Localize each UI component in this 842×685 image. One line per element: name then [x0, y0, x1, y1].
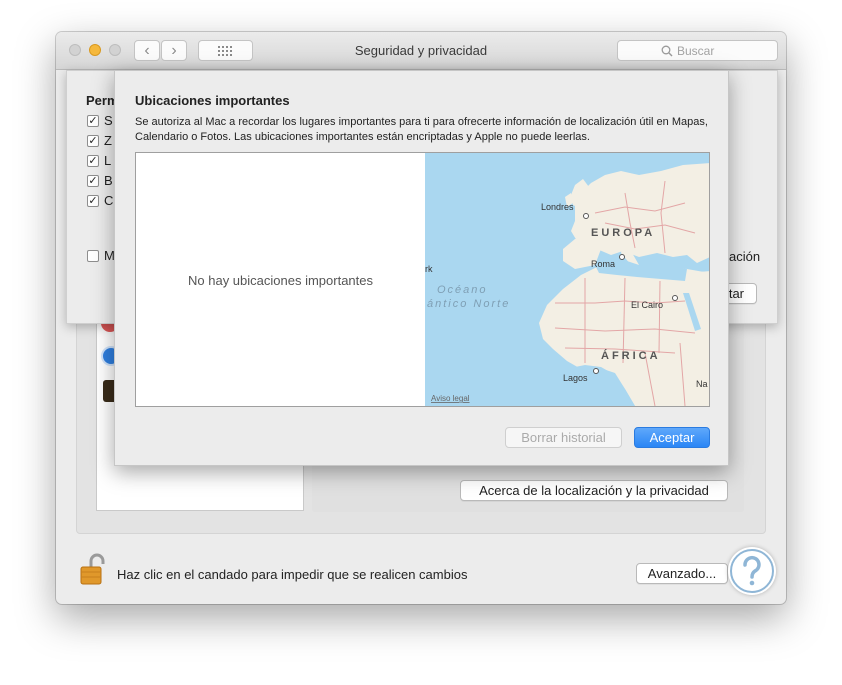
checkbox[interactable]: ✓	[87, 175, 99, 187]
search-placeholder: Buscar	[677, 44, 715, 58]
checkbox[interactable]: ✓	[87, 155, 99, 167]
chevron-right-icon: ›	[171, 42, 177, 59]
map-label-africa: ÁFRICA	[601, 349, 661, 362]
important-locations-sheet: Ubicaciones importantes Se autoriza al M…	[114, 70, 729, 466]
checkbox-label: B	[104, 173, 113, 188]
window-title: Seguridad y privacidad	[354, 43, 488, 58]
locations-map[interactable]: Londres EUROPA Roma rk Océano ántico Nor…	[425, 153, 709, 406]
chevron-left-icon: ‹	[144, 42, 150, 59]
checkbox[interactable]	[87, 250, 99, 262]
accept-button[interactable]: Aceptar	[634, 427, 710, 448]
site-watermark-logo	[728, 547, 776, 595]
search-icon	[661, 45, 673, 57]
map-canvas: Londres EUROPA Roma rk Océano ántico Nor…	[425, 153, 709, 406]
grid-icon	[218, 46, 232, 56]
title-bar: ‹ › Seguridad y privacidad Buscar	[56, 32, 786, 70]
legal-notice-link: Aviso legal	[431, 394, 470, 403]
checkbox[interactable]: ✓	[87, 135, 99, 147]
close-window-button[interactable]	[69, 44, 81, 56]
advanced-button[interactable]: Avanzado...	[636, 563, 728, 584]
zoom-window-button[interactable]	[109, 44, 121, 56]
map-label-europe: EUROPA	[591, 227, 655, 239]
checkbox[interactable]: ✓	[87, 195, 99, 207]
checkbox[interactable]: ✓	[87, 115, 99, 127]
map-label-rome: Roma	[591, 259, 615, 269]
show-all-button[interactable]	[198, 40, 253, 61]
map-label-cairo: El Cairo	[631, 300, 663, 310]
map-label-lagos: Lagos	[563, 373, 588, 383]
help-icon	[730, 549, 774, 593]
map-label-york: rk	[425, 264, 433, 274]
locations-panel: No hay ubicaciones importantes Londres E…	[135, 152, 710, 407]
background-sheet-text: ación	[729, 249, 761, 264]
checkbox-label: S	[104, 113, 113, 128]
forward-button[interactable]: ›	[161, 40, 187, 61]
lock-button[interactable]	[78, 552, 108, 586]
map-label-nairobi: Na	[696, 379, 708, 389]
search-field[interactable]: Buscar	[617, 40, 778, 61]
sheet-description: Se autoriza al Mac a recordar los lugare…	[135, 116, 708, 143]
checkbox-label: C	[104, 193, 114, 208]
clear-history-button[interactable]: Borrar historial	[505, 427, 622, 448]
empty-locations-message: No hay ubicaciones importantes	[188, 273, 373, 288]
map-label-ocean-2: ántico Norte	[427, 298, 510, 310]
map-label-ocean-1: Océano	[437, 284, 488, 296]
map-label-london: Londres	[541, 202, 574, 212]
checkbox-label: Z	[104, 133, 112, 148]
back-button[interactable]: ‹	[134, 40, 160, 61]
sheet-title: Ubicaciones importantes	[135, 93, 290, 108]
minimize-window-button[interactable]	[89, 44, 101, 56]
open-padlock-icon	[80, 553, 105, 585]
lock-message: Haz clic en el candado para impedir que …	[117, 567, 468, 582]
checkbox-label: L	[104, 153, 112, 168]
about-location-privacy-button[interactable]: Acerca de la localización y la privacida…	[460, 480, 728, 501]
